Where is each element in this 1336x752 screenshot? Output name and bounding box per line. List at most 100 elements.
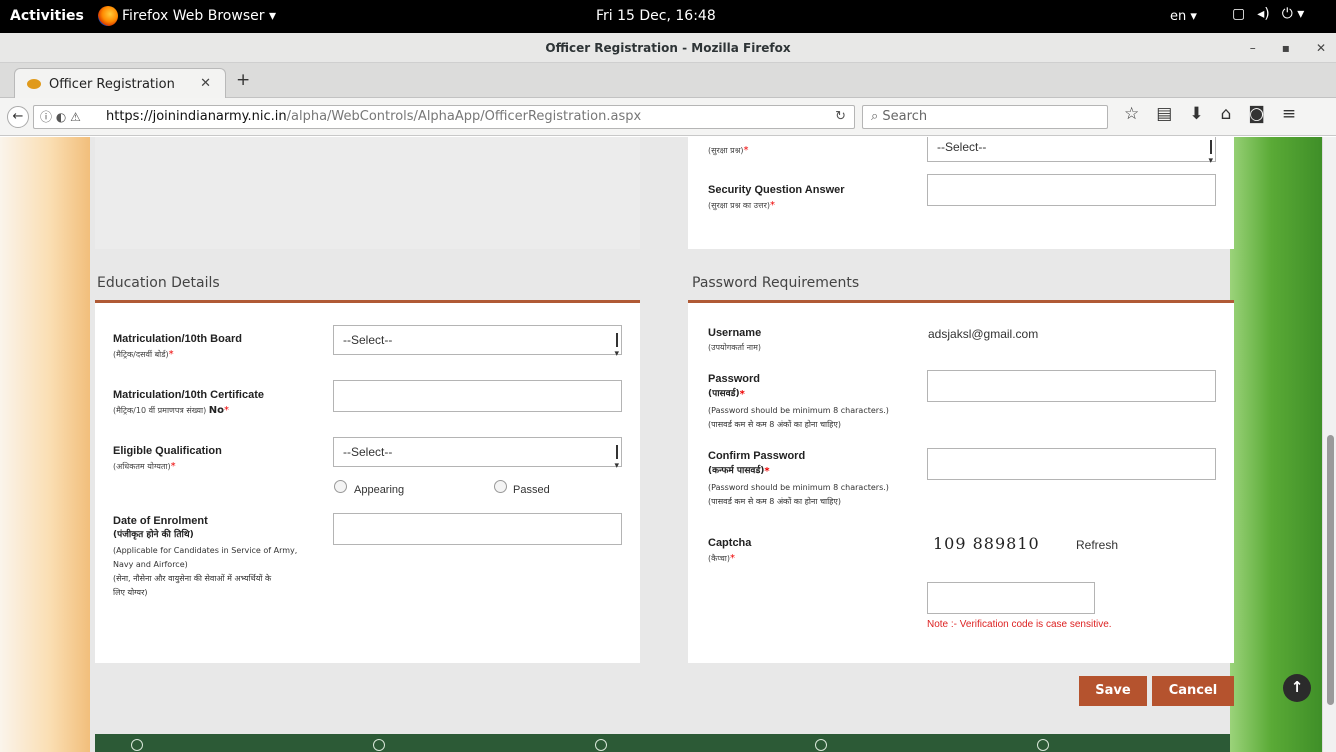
system-top-bar: Activities Firefox Web Browser ▾ Fri 15 …: [0, 0, 1336, 33]
username-label: Username: [708, 327, 762, 339]
language-indicator[interactable]: en ▾: [1170, 9, 1197, 24]
matric-cert-sub: (मैट्रिक/10 वीं प्रमाणपत्र संख्या) No*: [113, 405, 230, 416]
maximize-button[interactable]: ▪: [1282, 33, 1290, 63]
bookmark-star-icon[interactable]: ☆: [1124, 104, 1139, 124]
hamburger-menu-icon[interactable]: ≡: [1282, 104, 1296, 124]
search-input[interactable]: ⌕ Search: [862, 105, 1108, 129]
matric-board-select-value: --Select--: [343, 333, 393, 347]
passed-radio[interactable]: [494, 480, 507, 493]
qualification-sub: (अधिकतम योग्यता)*: [113, 461, 176, 472]
password-label: Password: [708, 373, 760, 385]
reading-list-icon[interactable]: ▤: [1156, 104, 1172, 124]
url-text: https://joinindianarmy.nic.in/alpha/WebC…: [106, 106, 641, 128]
confirm-password-input[interactable]: [927, 448, 1216, 480]
back-button[interactable]: ←: [7, 106, 29, 128]
tab-officer-registration[interactable]: Officer Registration ✕: [14, 68, 226, 99]
chevron-down-icon: ▾: [614, 460, 619, 470]
url-bar[interactable]: ⓘ ◐ ⚠ https://joinindianarmy.nic.in/alph…: [33, 105, 855, 129]
activities-button[interactable]: Activities: [10, 8, 84, 24]
cancel-button[interactable]: Cancel: [1152, 676, 1234, 706]
footer-item-icon[interactable]: [373, 739, 385, 751]
chevron-down-icon: ▾: [1208, 155, 1213, 165]
security-answer-label: Security Question Answer: [708, 184, 845, 196]
page-content: (सुरक्षा प्रश्न)* --Select-- ▾ Security …: [0, 137, 1322, 752]
app-menu-label: Firefox Web Browser ▾: [122, 8, 276, 24]
matric-cert-label: Matriculation/10th Certificate: [113, 389, 264, 401]
qualification-select-value: --Select--: [343, 445, 393, 459]
chevron-down-icon: ▾: [614, 348, 619, 358]
confirm-hint-en: (Password should be minimum 8 characters…: [708, 483, 889, 492]
password-section-title: Password Requirements: [692, 275, 860, 291]
left-top-panel: [95, 137, 640, 249]
matric-cert-input[interactable]: [333, 380, 622, 412]
clock[interactable]: Fri 15 Dec, 16:48: [596, 8, 716, 24]
footer-nav: [95, 734, 1230, 752]
reload-icon[interactable]: ↻: [835, 106, 846, 128]
navigation-bar: ← ⓘ ◐ ⚠ https://joinindianarmy.nic.in/al…: [0, 98, 1336, 136]
search-icon: ⌕: [871, 109, 879, 124]
pocket-icon[interactable]: ◙: [1248, 104, 1265, 124]
appearing-radio[interactable]: [334, 480, 347, 493]
arrow-up-icon: ↑: [1290, 678, 1304, 696]
site-info-icons[interactable]: ⓘ ◐ ⚠: [40, 106, 81, 128]
enrolment-date-input[interactable]: [333, 513, 622, 545]
captcha-note: Note :- Verification code is case sensit…: [927, 619, 1112, 630]
new-tab-button[interactable]: +: [236, 70, 250, 90]
downloads-icon[interactable]: ⬇: [1189, 104, 1203, 124]
passed-radio-label: Passed: [513, 484, 550, 496]
enrolment-note-1: (Applicable for Candidates in Service of…: [113, 546, 298, 555]
tab-title: Officer Registration: [49, 76, 175, 92]
security-question-sub: (सुरक्षा प्रश्न)*: [708, 145, 749, 156]
home-icon[interactable]: ⌂: [1221, 104, 1232, 124]
education-section-title: Education Details: [97, 275, 220, 291]
qualification-label: Eligible Qualification: [113, 445, 222, 457]
enrolment-label: Date of Enrolment: [113, 515, 208, 527]
window-title-bar: Officer Registration - Mozilla Firefox –…: [0, 33, 1336, 63]
security-question-select[interactable]: --Select-- ▾: [927, 137, 1216, 165]
captcha-sub: (कैप्चा)*: [708, 553, 736, 564]
captcha-label: Captcha: [708, 537, 752, 549]
enrolment-note-4: लिए योग्यर): [113, 588, 148, 597]
captcha-image-text: 109 889810: [933, 534, 1040, 553]
page-scrollbar[interactable]: [1322, 137, 1336, 752]
left-decorative-band: [0, 137, 90, 752]
education-panel: [95, 303, 640, 663]
footer-item-icon[interactable]: [131, 739, 143, 751]
tab-bar: Officer Registration ✕: [0, 63, 1336, 99]
footer-item-icon[interactable]: [815, 739, 827, 751]
captcha-input[interactable]: [927, 582, 1095, 614]
close-tab-icon[interactable]: ✕: [200, 76, 211, 91]
scroll-to-top-button[interactable]: ↑: [1283, 674, 1311, 702]
app-menu[interactable]: Firefox Web Browser ▾: [98, 6, 276, 26]
password-hint-hi: (पासवर्ड कम से कम 8 अंकों का होना चाहिए): [708, 420, 841, 429]
security-answer-input[interactable]: [927, 174, 1216, 206]
system-tray[interactable]: ▢ ◂) ⏻ ▾: [1232, 6, 1304, 22]
password-hint-en: (Password should be minimum 8 characters…: [708, 406, 889, 415]
volume-icon: ◂): [1257, 6, 1270, 22]
toolbar-icons: ☆ ▤ ⬇ ⌂ ◙ ≡: [1124, 104, 1296, 124]
footer-item-icon[interactable]: [595, 739, 607, 751]
right-decorative-band: [1230, 137, 1322, 752]
username-value: adsjaksl@gmail.com: [928, 327, 1039, 341]
power-icon: ⏻ ▾: [1281, 6, 1305, 22]
window-overview-icon: ▢: [1232, 6, 1246, 22]
matric-board-label: Matriculation/10th Board: [113, 333, 242, 345]
enrolment-note-3: (सेना, नौसेना और वायुसेना की सेवाओं में …: [113, 574, 272, 583]
footer-item-icon[interactable]: [1037, 739, 1049, 751]
url-path: /alpha/WebControls/AlphaApp/OfficerRegis…: [286, 109, 642, 124]
matric-board-select[interactable]: --Select-- ▾: [333, 325, 622, 358]
save-button[interactable]: Save: [1079, 676, 1147, 706]
confirm-hint-hi: (पासवर्ड कम से कम 8 अंकों का होना चाहिए): [708, 497, 841, 506]
firefox-icon: [98, 6, 118, 26]
password-input[interactable]: [927, 370, 1216, 402]
window-title: Officer Registration - Mozilla Firefox: [545, 41, 791, 55]
close-window-button[interactable]: ✕: [1316, 33, 1326, 63]
enrolment-note-2: Navy and Airforce): [113, 560, 188, 569]
scrollbar-thumb[interactable]: [1327, 435, 1334, 705]
password-sub: (पासवर्ड)*: [708, 389, 745, 400]
qualification-select[interactable]: --Select-- ▾: [333, 437, 622, 470]
minimize-button[interactable]: –: [1250, 33, 1256, 63]
url-host: https://joinindianarmy.nic.in: [106, 109, 287, 124]
appearing-radio-label: Appearing: [354, 484, 405, 496]
captcha-refresh-link[interactable]: Refresh: [1076, 538, 1118, 552]
